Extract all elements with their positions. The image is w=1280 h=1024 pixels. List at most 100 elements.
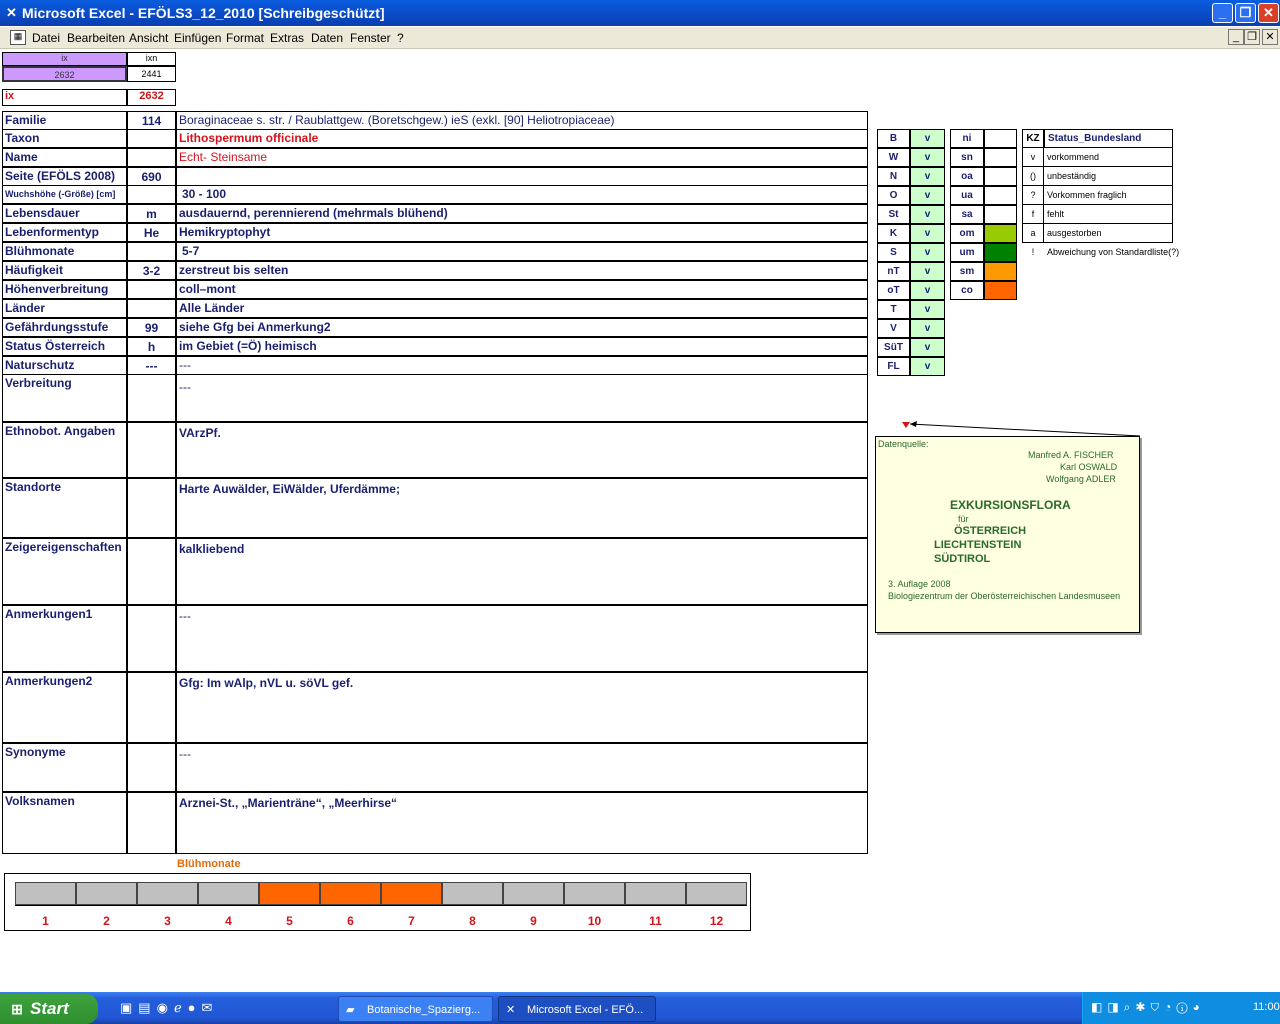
bundesland-code[interactable]: K <box>877 224 910 243</box>
zone-color-cell[interactable] <box>984 243 1017 262</box>
bundesland-code[interactable]: W <box>877 148 910 167</box>
zone-code[interactable]: sn <box>950 148 984 167</box>
row-value[interactable]: Hemikryptophyt <box>176 223 868 242</box>
zone-color-cell[interactable] <box>984 148 1017 167</box>
row-value[interactable]: Alle Länder <box>176 299 868 318</box>
row-code[interactable]: --- <box>127 356 176 375</box>
bundesland-code[interactable]: O <box>877 186 910 205</box>
row-code[interactable] <box>127 299 176 318</box>
ix-header[interactable]: ix <box>2 52 127 66</box>
row-label[interactable]: Höhenverbreitung <box>2 280 127 299</box>
row-code[interactable]: m <box>127 204 176 223</box>
row-code[interactable] <box>127 242 176 261</box>
row-value[interactable]: --- <box>176 356 868 375</box>
row-label[interactable]: Blühmonate <box>2 242 127 261</box>
close-button[interactable]: ✕ <box>1258 3 1279 23</box>
bluehmonate-chart[interactable]: 1 2 3 4 5 6 7 8 9 10 11 12 <box>4 873 751 931</box>
row-code[interactable] <box>127 743 176 792</box>
row-value[interactable]: --- <box>176 743 868 792</box>
ix-label-cell[interactable]: ix <box>2 89 127 106</box>
taskbar-item-explorer[interactable]: ▰ Botanische_Spazierg... <box>338 996 493 1022</box>
row-code[interactable]: He <box>127 223 176 242</box>
menu-einfuegen[interactable]: Einfügen <box>174 31 221 45</box>
bundesland-code[interactable]: B <box>877 129 910 148</box>
zone-code[interactable]: ni <box>950 129 984 148</box>
row-value[interactable]: kalkliebend <box>176 538 868 605</box>
desktop-icon[interactable]: ▣ <box>120 1000 138 1015</box>
row-label[interactable]: Wuchshöhe (-Größe) [cm] <box>2 185 127 204</box>
bundesland-code[interactable]: N <box>877 167 910 186</box>
row-value[interactable]: --- <box>176 374 868 422</box>
row-code[interactable]: 690 <box>127 167 176 186</box>
month-bar[interactable] <box>442 882 503 905</box>
media-icon[interactable]: ◉ <box>157 1000 174 1015</box>
ix-value-cell[interactable]: 2632 <box>2 66 127 82</box>
zone-code[interactable]: sa <box>950 205 984 224</box>
row-label[interactable]: Name <box>2 148 127 167</box>
doc-minimize-button[interactable]: _ <box>1228 29 1244 45</box>
quick-launch[interactable]: ▣▤◉ℯ●✉ <box>120 1000 218 1016</box>
zone-code[interactable]: ua <box>950 186 984 205</box>
menu-daten[interactable]: Daten <box>311 31 343 45</box>
month-bar[interactable] <box>198 882 259 905</box>
bundesland-status[interactable]: v <box>910 224 945 243</box>
row-value[interactable] <box>176 167 868 186</box>
row-value[interactable]: Lithospermum officinale <box>176 129 868 148</box>
menu-format[interactable]: Format <box>226 31 264 45</box>
ix-red-value[interactable]: 2632 <box>127 89 176 106</box>
row-label[interactable]: Gefährdungsstufe <box>2 318 127 337</box>
bundesland-status[interactable]: v <box>910 167 945 186</box>
row-code[interactable] <box>127 129 176 148</box>
row-value[interactable]: Arznei-St., „Marienträne“, „Meerhirse“ <box>176 792 868 854</box>
row-label[interactable]: Taxon <box>2 129 127 148</box>
month-bar[interactable] <box>15 882 76 905</box>
row-code[interactable] <box>127 422 176 478</box>
row-value[interactable]: Boraginaceae s. str. / Raublattgew. (Bor… <box>176 111 868 130</box>
row-code[interactable] <box>127 538 176 605</box>
excel-app-icon[interactable]: ✕ <box>4 5 19 20</box>
zone-code[interactable]: sm <box>950 262 984 281</box>
data-source-comment[interactable]: Datenquelle: Manfred A. FISCHER Karl OSW… <box>875 436 1140 633</box>
bundesland-code[interactable]: T <box>877 300 910 319</box>
row-value[interactable]: --- <box>176 605 868 672</box>
zone-color-cell[interactable] <box>984 129 1017 148</box>
row-label[interactable]: Status Österreich <box>2 337 127 356</box>
row-label[interactable]: Standorte <box>2 478 127 538</box>
row-code[interactable]: 99 <box>127 318 176 337</box>
month-bar[interactable] <box>259 882 320 905</box>
row-code[interactable]: 114 <box>127 111 176 130</box>
zone-color-cell[interactable] <box>984 167 1017 186</box>
ixn-value-cell[interactable]: 2441 <box>127 66 176 82</box>
bundesland-code[interactable]: oT <box>877 281 910 300</box>
workbook-icon[interactable]: ▦ <box>10 30 26 45</box>
tray-icons[interactable]: ◧◨⌕✱⛉◔ⓘ◕ <box>1091 1000 1205 1015</box>
row-value[interactable]: coll–mont <box>176 280 868 299</box>
row-code[interactable] <box>127 280 176 299</box>
month-bar[interactable] <box>76 882 137 905</box>
row-value[interactable]: im Gebiet (=Ö) heimisch <box>176 337 868 356</box>
row-label[interactable]: Häufigkeit <box>2 261 127 280</box>
firefox-icon[interactable]: ● <box>188 1000 202 1015</box>
row-label[interactable]: Ethnobot. Angaben <box>2 422 127 478</box>
row-label[interactable]: Familie <box>2 111 127 130</box>
month-bar[interactable] <box>381 882 442 905</box>
bundesland-status[interactable]: v <box>910 262 945 281</box>
row-label[interactable]: Naturschutz <box>2 356 127 375</box>
bundesland-status[interactable]: v <box>910 300 945 319</box>
menu-ansicht[interactable]: Ansicht <box>129 31 168 45</box>
bundesland-status[interactable]: v <box>910 357 945 376</box>
maximize-button[interactable]: ❐ <box>1235 3 1256 23</box>
row-value[interactable]: Harte Auwälder, EiWälder, Uferdämme; <box>176 478 868 538</box>
row-value[interactable]: VArzPf. <box>176 422 868 478</box>
month-bar[interactable] <box>625 882 686 905</box>
bundesland-code[interactable]: nT <box>877 262 910 281</box>
ixn-header[interactable]: ixn <box>127 52 176 66</box>
zone-color-cell[interactable] <box>984 281 1017 300</box>
menu-help[interactable]: ? <box>397 31 404 45</box>
row-value[interactable]: Echt- Steinsame <box>176 148 868 167</box>
zone-code[interactable]: co <box>950 281 984 300</box>
month-bar[interactable] <box>137 882 198 905</box>
menu-extras[interactable]: Extras <box>270 31 304 45</box>
row-code[interactable] <box>127 605 176 672</box>
taskbar-item-excel[interactable]: ✕ Microsoft Excel - EFÖ... <box>498 996 656 1022</box>
